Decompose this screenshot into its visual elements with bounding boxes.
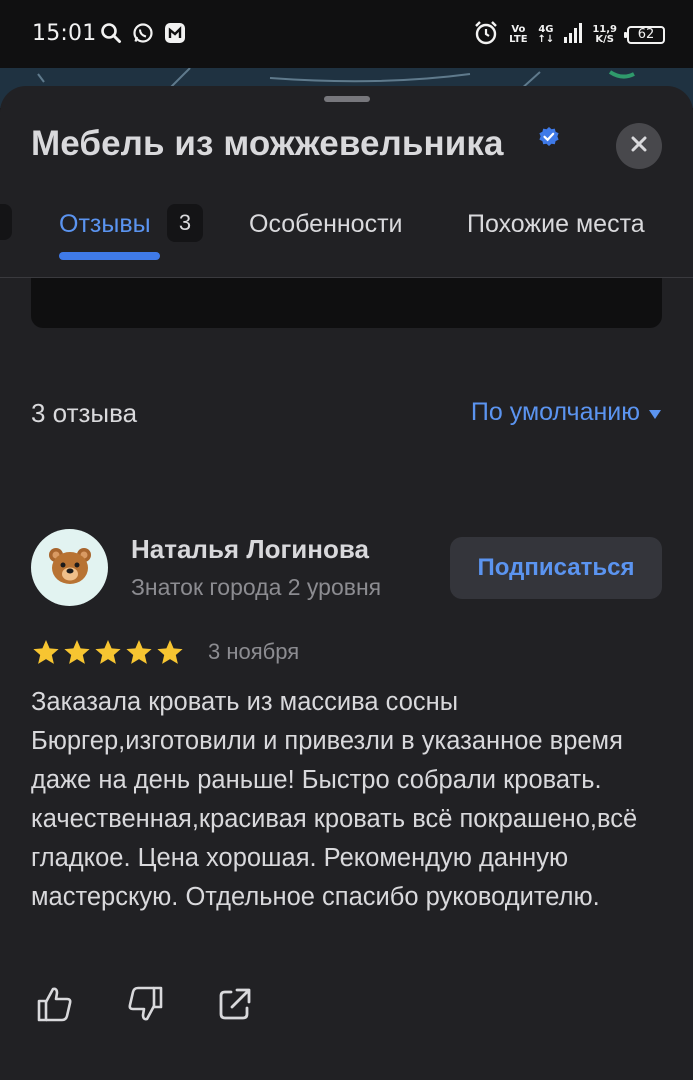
whatsapp-icon: [132, 22, 154, 48]
star-icon: [32, 639, 60, 670]
tab-reviews[interactable]: Отзывы: [59, 210, 151, 239]
rating-summary-card: [31, 278, 662, 328]
review-author-name[interactable]: Наталья Логинова: [131, 534, 369, 565]
verified-badge-icon: [538, 126, 560, 152]
tab-bar: Отзывы 3 Особенности Похожие места: [0, 190, 693, 278]
alarm-icon: [473, 20, 499, 50]
close-button[interactable]: [616, 123, 662, 169]
thumbs-up-icon: [36, 985, 74, 1027]
star-icon: [63, 639, 91, 670]
reviews-count: 3 отзыва: [31, 398, 138, 428]
review-author-level: Знаток города 2 уровня: [131, 574, 382, 600]
status-bar: 15:01 Vo LTE 4G ↑↓ 11,9 K/S 62: [0, 0, 693, 68]
battery-indicator: 62: [624, 26, 665, 44]
review-actions: [35, 986, 255, 1026]
share-button[interactable]: [215, 986, 255, 1026]
subscribe-button[interactable]: Подписаться: [450, 537, 662, 599]
tab-reviews-count-badge: 3: [167, 204, 203, 242]
close-icon: [631, 136, 647, 156]
active-tab-indicator: [59, 252, 160, 260]
share-icon: [217, 986, 253, 1026]
star-icon: [156, 639, 184, 670]
tab-features[interactable]: Особенности: [249, 210, 403, 239]
dislike-button[interactable]: [125, 986, 165, 1026]
sheet-drag-handle[interactable]: [324, 96, 370, 102]
network-type-indicator: 4G ↑↓: [537, 24, 555, 45]
review-date: 3 ноября: [208, 639, 300, 664]
tab-similar-places[interactable]: Похожие места: [467, 210, 645, 239]
place-card-sheet: Мебель из можжевельника Отзывы 3 Особенн…: [0, 86, 693, 1080]
place-title: Мебель из можжевельника: [31, 124, 504, 163]
star-icon: [94, 639, 122, 670]
app-notification-icon: [164, 22, 186, 48]
avatar[interactable]: [31, 529, 108, 606]
data-speed-indicator: 11,9 K/S: [592, 24, 617, 45]
status-time: 15:01: [32, 21, 97, 46]
review-text: Заказала кровать из массива сосны Бюргер…: [31, 688, 638, 911]
like-button[interactable]: [35, 986, 75, 1026]
status-system-icons: Vo LTE 4G ↑↓ 11,9 K/S 62: [473, 20, 665, 50]
sort-dropdown[interactable]: По умолчанию: [471, 398, 662, 427]
sort-label: По умолчанию: [470, 398, 640, 426]
bear-avatar-icon: [48, 546, 92, 590]
tab-previous-partial[interactable]: [0, 204, 12, 240]
volte-indicator: Vo LTE: [509, 24, 528, 45]
signal-strength-icon: [564, 23, 583, 47]
search-icon: [100, 22, 122, 48]
review-rating-stars: [32, 639, 184, 670]
dropdown-arrow-icon: [648, 398, 662, 427]
thumbs-down-icon: [126, 985, 164, 1027]
status-notification-icons: [100, 22, 186, 48]
star-icon: [125, 639, 153, 670]
